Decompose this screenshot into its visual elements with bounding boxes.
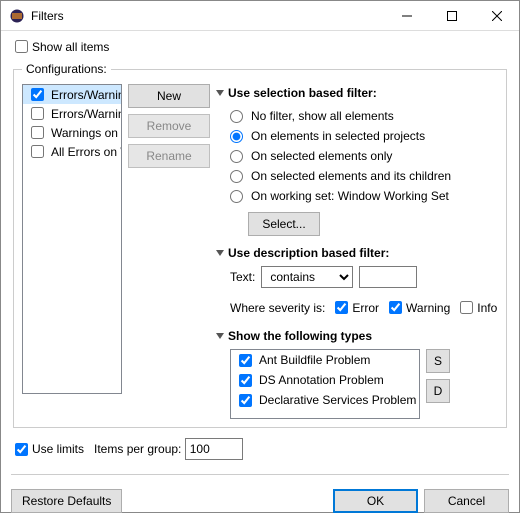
config-item[interactable]: Warnings on Selection <box>23 123 121 142</box>
severity-warning-checkbox[interactable]: Warning <box>385 298 450 317</box>
configurations-list[interactable]: Errors/Warnings on Project Errors/Warnin… <box>22 84 122 394</box>
show-all-items-label: Show all items <box>32 40 109 54</box>
chevron-down-icon <box>216 250 224 256</box>
config-item-check[interactable] <box>31 88 44 101</box>
text-mode-select[interactable]: contains <box>261 266 353 288</box>
rename-button[interactable]: Rename <box>128 144 210 168</box>
type-item[interactable]: DS Annotation Problem <box>231 370 419 390</box>
chevron-down-icon <box>216 333 224 339</box>
items-per-group-input[interactable] <box>185 438 243 460</box>
maximize-button[interactable] <box>429 1 474 30</box>
config-item-check[interactable] <box>31 126 44 139</box>
close-button[interactable] <box>474 1 519 30</box>
type-item[interactable]: Declarative Services Problem <box>231 390 419 410</box>
titlebar: Filters <box>1 1 519 31</box>
use-limits-checkbox[interactable]: Use limits <box>11 440 84 459</box>
deselect-all-types-button[interactable]: D <box>426 379 450 403</box>
chevron-down-icon <box>216 90 224 96</box>
radio-no-filter[interactable]: No filter, show all elements <box>230 106 498 126</box>
type-item[interactable]: Ant Buildfile Problem <box>231 350 419 370</box>
radio-selected-elements[interactable]: On selected elements only <box>230 146 498 166</box>
radio-working-set[interactable]: On working set: Window Working Set <box>230 186 498 206</box>
items-per-group-label: Items per group: <box>94 442 181 456</box>
config-item-label: Errors/Warnings on Selection <box>51 107 122 121</box>
minimize-button[interactable] <box>384 1 429 30</box>
text-filter-input[interactable] <box>359 266 417 288</box>
remove-button[interactable]: Remove <box>128 114 210 138</box>
select-working-set-button[interactable]: Select... <box>248 212 320 236</box>
description-filter-header[interactable]: Use description based filter: <box>216 246 498 260</box>
config-item-label: Errors/Warnings on Project <box>51 88 122 102</box>
config-item-label: Warnings on Selection <box>51 126 122 140</box>
config-item[interactable]: All Errors on Workspace <box>23 142 121 161</box>
config-item[interactable]: Errors/Warnings on Project <box>23 85 121 104</box>
new-button[interactable]: New <box>128 84 210 108</box>
select-all-types-button[interactable]: S <box>426 349 450 373</box>
config-item-check[interactable] <box>31 107 44 120</box>
restore-defaults-button[interactable]: Restore Defaults <box>11 489 122 513</box>
types-list[interactable]: Ant Buildfile Problem DS Annotation Prob… <box>230 349 420 419</box>
selection-filter-header[interactable]: Use selection based filter: <box>216 86 498 100</box>
eclipse-icon <box>9 8 25 24</box>
config-item[interactable]: Errors/Warnings on Selection <box>23 104 121 123</box>
config-item-check[interactable] <box>31 145 44 158</box>
config-item-label: All Errors on Workspace <box>51 145 122 159</box>
selection-filter-radios: No filter, show all elements On elements… <box>230 106 498 206</box>
severity-info-checkbox[interactable]: Info <box>456 298 497 317</box>
types-header[interactable]: Show the following types <box>216 329 498 343</box>
ok-button[interactable]: OK <box>333 489 418 513</box>
radio-selected-projects[interactable]: On elements in selected projects <box>230 126 498 146</box>
window-title: Filters <box>31 9 384 23</box>
severity-label: Where severity is: <box>230 301 325 315</box>
severity-error-checkbox[interactable]: Error <box>331 298 379 317</box>
radio-selected-children[interactable]: On selected elements and its children <box>230 166 498 186</box>
text-label: Text: <box>230 270 255 284</box>
configurations-legend: Configurations: <box>22 62 111 76</box>
separator <box>11 474 509 475</box>
cancel-button[interactable]: Cancel <box>424 489 509 513</box>
show-all-items-checkbox[interactable]: Show all items <box>11 37 109 56</box>
configurations-group: Configurations: Errors/Warnings on Proje… <box>13 62 507 428</box>
